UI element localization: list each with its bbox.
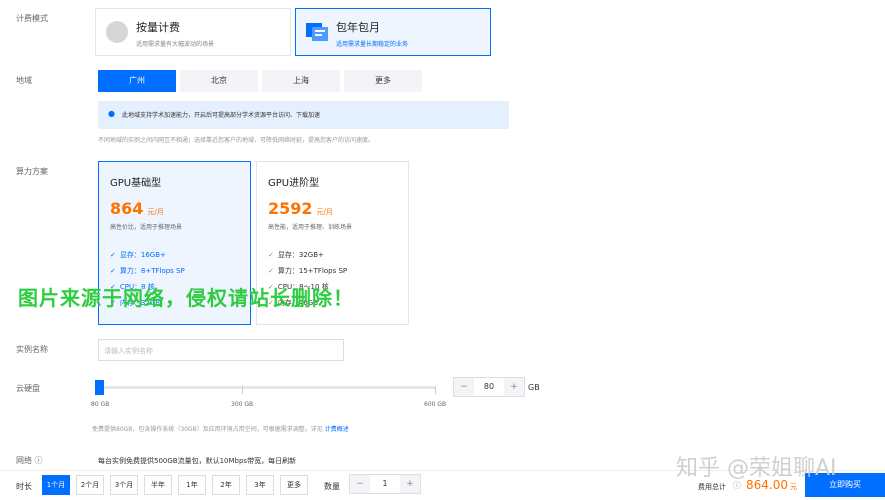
duration-option[interactable]: 1年 (178, 475, 206, 495)
region-notice-text: 此地域支持学术加速能力，开启后可提高部分学术资源平台访问、下载加速 (122, 112, 321, 119)
monthly-icon (306, 23, 328, 41)
region-label: 地域 (16, 76, 32, 85)
disk-minus-button[interactable]: − (454, 378, 474, 396)
zhihu-watermark: 知乎 @荣姐聊AI (676, 456, 837, 481)
slider-tick-label: 600 GB (424, 401, 447, 408)
plan-price: 864 元/月 (110, 199, 164, 218)
region-hint: 不同地域的实例之间内网互不相通；选择靠近您客户的地域，可降低网络时延，提高您客户… (98, 137, 375, 144)
plan-spec: ✓ 算力：8+TFlops SP (110, 267, 185, 275)
region-option-shanghai[interactable]: 上海 (262, 70, 340, 92)
billing-option-desc: 适用需求量有大幅波动的场景 (136, 41, 215, 48)
watermark-text: 图片来源于网络，侵权请站长删除！ (18, 286, 354, 310)
quantity-stepper: − 1 + (349, 474, 421, 494)
disk-plus-button[interactable]: + (504, 378, 524, 396)
payg-icon (106, 21, 128, 43)
billing-label: 计费模式 (16, 14, 48, 23)
network-text: 每台实例免费提供500GB流量包，默认10Mbps带宽，每日刷新 (98, 457, 297, 465)
billing-option-monthly[interactable]: 包年包月 适用需求量长期稳定的业务 (295, 8, 491, 56)
instance-name-input[interactable]: 请输入实例名称 (98, 339, 344, 361)
slider-tick (242, 386, 243, 394)
quantity-value[interactable]: 1 (370, 475, 400, 493)
duration-option[interactable]: 2个月 (76, 475, 104, 495)
region-option-guangzhou[interactable]: 广州 (98, 70, 176, 92)
disk-value[interactable]: 80 (474, 378, 504, 396)
total-label: 费用总计 (698, 483, 726, 491)
slider-tick-label: 80 GB (91, 401, 110, 408)
disk-unit: GB (528, 383, 540, 392)
duration-label: 时长 (16, 482, 32, 491)
disk-stepper: − 80 + (453, 377, 525, 397)
plan-spec: ✓ 显存：32GB+ (268, 251, 324, 259)
duration-option[interactable]: 更多 (280, 475, 308, 495)
info-icon: ● (108, 109, 115, 118)
duration-option[interactable]: 2年 (212, 475, 240, 495)
plan-name: GPU基础型 (110, 178, 162, 189)
billing-overview-link[interactable]: 计费概述 (325, 426, 349, 433)
plan-label: 算力方案 (16, 167, 48, 176)
duration-option[interactable]: 半年 (144, 475, 172, 495)
slider-tick (435, 386, 436, 394)
disk-slider-handle[interactable] (95, 380, 104, 395)
plan-spec: ✓ 算力：15+TFlops SP (268, 267, 348, 275)
disk-label: 云硬盘 (16, 384, 40, 393)
duration-option[interactable]: 1个月 (42, 475, 70, 495)
duration-option[interactable]: 3个月 (110, 475, 138, 495)
quantity-plus-button[interactable]: + (400, 475, 420, 493)
instance-label: 实例名称 (16, 345, 48, 354)
region-option-beijing[interactable]: 北京 (180, 70, 258, 92)
disk-slider-track[interactable] (98, 386, 436, 389)
plan-desc: 高性价比，适用于推理场景 (110, 224, 183, 231)
quantity-label: 数量 (324, 482, 340, 491)
billing-option-payg[interactable]: 按量计费 适用需求量有大幅波动的场景 (95, 8, 291, 56)
plan-price: 2592 元/月 (268, 199, 333, 218)
plan-name: GPU进阶型 (268, 178, 320, 189)
region-option-more[interactable]: 更多 (344, 70, 422, 92)
network-label: 网络 ⓘ (16, 456, 43, 465)
billing-option-title: 按量计费 (136, 21, 180, 34)
region-notice: ● 此地域支持学术加速能力，开启后可提高部分学术资源平台访问、下载加速 (98, 101, 509, 129)
info-icon: ⓘ (34, 456, 43, 465)
slider-tick-label: 300 GB (231, 401, 254, 408)
billing-option-desc: 适用需求量长期稳定的业务 (336, 41, 409, 48)
billing-option-title: 包年包月 (336, 21, 380, 34)
quantity-minus-button[interactable]: − (350, 475, 370, 493)
plan-spec: ✓ 显存：16GB+ (110, 251, 166, 259)
disk-note: 免费提供80GB，包含操作系统（30GB）及应用环境占用空间，可根据需求调整。详… (92, 426, 349, 433)
duration-option[interactable]: 3年 (246, 475, 274, 495)
plan-desc: 高性能，适用于推理、训练场景 (268, 224, 353, 231)
